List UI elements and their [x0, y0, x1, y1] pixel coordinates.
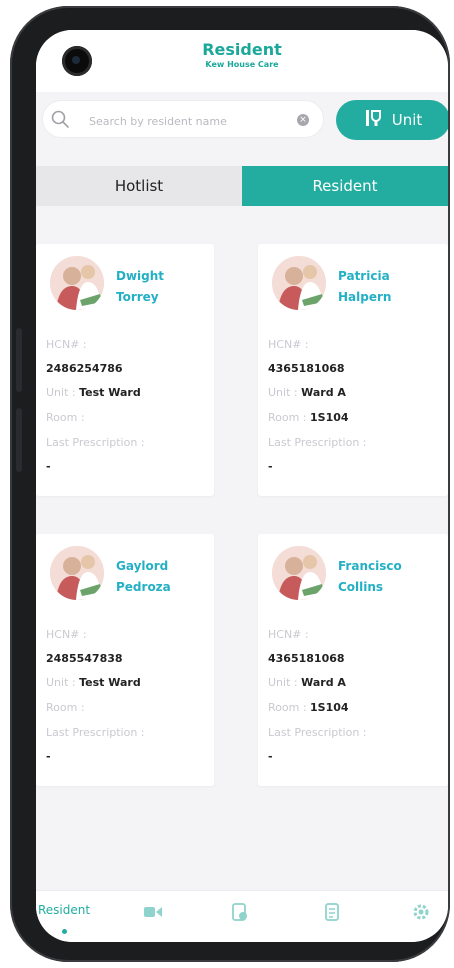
resident-name[interactable]: Patricia Halpern — [338, 266, 391, 308]
unit-label: Unit : — [268, 676, 298, 689]
resident-last-name: Pedroza — [116, 580, 171, 594]
resident-first-name: Patricia — [338, 269, 390, 283]
search-input[interactable] — [87, 110, 281, 132]
unit-value: Ward A — [301, 676, 346, 689]
video-icon — [144, 907, 162, 922]
resident-avatar — [272, 256, 326, 310]
volume-down-button — [16, 408, 22, 472]
resident-last-name: Torrey — [116, 290, 159, 304]
last-prescription-value: - — [268, 750, 273, 763]
unit-label: Unit : — [46, 676, 76, 689]
app-header: Resident Kew House Care — [36, 30, 448, 92]
room-row: Room : — [46, 701, 85, 714]
tab-hotlist[interactable]: Hotlist — [36, 166, 242, 206]
resident-card[interactable]: Dwight Torrey HCN# : 2486254786 Unit : T… — [36, 244, 214, 496]
room-label: Room : — [268, 411, 307, 424]
unit-row: Unit : Ward A — [268, 676, 346, 689]
resident-name[interactable]: Dwight Torrey — [116, 266, 164, 308]
unit-value: Ward A — [301, 386, 346, 399]
unit-filter-icon — [364, 108, 384, 133]
phone-frame: Resident Kew House Care × Unit Hotlist R… — [10, 6, 450, 962]
resident-avatar — [50, 546, 104, 600]
clear-search-icon[interactable]: × — [297, 114, 309, 126]
tab-resident[interactable]: Resident — [242, 166, 448, 206]
facility-name: Kew House Care — [205, 60, 279, 69]
last-prescription-label: Last Prescription : — [268, 726, 367, 739]
last-prescription-label: Last Prescription : — [268, 436, 367, 449]
hcn-value: 4365181068 — [268, 652, 345, 665]
unit-button[interactable]: Unit — [336, 100, 448, 140]
unit-value: Test Ward — [79, 386, 141, 399]
app-screen: Resident Kew House Care × Unit Hotlist R… — [36, 30, 448, 942]
hcn-value: 4365181068 — [268, 362, 345, 375]
last-prescription-value: - — [46, 460, 51, 473]
active-indicator — [62, 929, 67, 934]
resident-first-name: Francisco — [338, 559, 402, 573]
unit-label: Unit : — [268, 386, 298, 399]
nav-item-settings[interactable] — [412, 903, 430, 924]
last-prescription-label: Last Prescription : — [46, 726, 145, 739]
search-icon — [51, 110, 69, 132]
unit-row: Unit : Test Ward — [46, 386, 141, 399]
last-prescription-label: Last Prescription : — [46, 436, 145, 449]
resident-avatar — [272, 546, 326, 600]
nav-item-video[interactable] — [144, 905, 162, 922]
room-row: Room : 1S104 — [268, 701, 349, 714]
resident-last-name: Collins — [338, 580, 384, 594]
hcn-label: HCN# : — [46, 338, 87, 351]
nav-resident-label: Resident — [38, 903, 91, 917]
page-title: Resident — [202, 40, 282, 59]
hcn-value: 2485547838 — [46, 652, 123, 665]
nav-item-resident[interactable]: Resident — [38, 903, 90, 917]
last-prescription-value: - — [268, 460, 273, 473]
room-value: 1S104 — [310, 411, 349, 424]
room-value: 1S104 — [310, 701, 349, 714]
resident-first-name: Gaylord — [116, 559, 169, 573]
hcn-label: HCN# : — [46, 628, 87, 641]
document-icon — [232, 903, 248, 924]
tab-bar: Hotlist Resident — [36, 166, 448, 206]
hcn-label: HCN# : — [268, 338, 309, 351]
hcn-label: HCN# : — [268, 628, 309, 641]
unit-row: Unit : Ward A — [268, 386, 346, 399]
resident-name[interactable]: Francisco Collins — [338, 556, 402, 598]
room-label: Room : — [268, 701, 307, 714]
resident-first-name: Dwight — [116, 269, 165, 283]
hcn-value: 2486254786 — [46, 362, 123, 375]
resident-name[interactable]: Gaylord Pedroza — [116, 556, 171, 598]
nav-item-documents[interactable] — [232, 903, 248, 924]
room-row: Room : — [46, 411, 85, 424]
volume-up-button — [16, 328, 22, 392]
room-label: Room : — [46, 411, 85, 424]
nav-item-reports[interactable] — [324, 903, 340, 924]
room-label: Room : — [46, 701, 85, 714]
bottom-navigation: Resident — [36, 890, 448, 942]
resident-card[interactable]: Gaylord Pedroza HCN# : 2485547838 Unit :… — [36, 534, 214, 786]
front-camera — [62, 46, 92, 76]
resident-last-name: Halpern — [338, 290, 392, 304]
resident-card[interactable]: Francisco Collins HCN# : 4365181068 Unit… — [258, 534, 448, 786]
resident-card[interactable]: Patricia Halpern HCN# : 4365181068 Unit … — [258, 244, 448, 496]
search-bar[interactable]: × — [42, 100, 324, 138]
settings-icon — [412, 904, 430, 924]
last-prescription-value: - — [46, 750, 51, 763]
room-row: Room : 1S104 — [268, 411, 349, 424]
unit-row: Unit : Test Ward — [46, 676, 141, 689]
unit-button-label: Unit — [391, 111, 423, 129]
unit-label: Unit : — [46, 386, 76, 399]
report-icon — [324, 903, 340, 924]
resident-avatar — [50, 256, 104, 310]
unit-value: Test Ward — [79, 676, 141, 689]
